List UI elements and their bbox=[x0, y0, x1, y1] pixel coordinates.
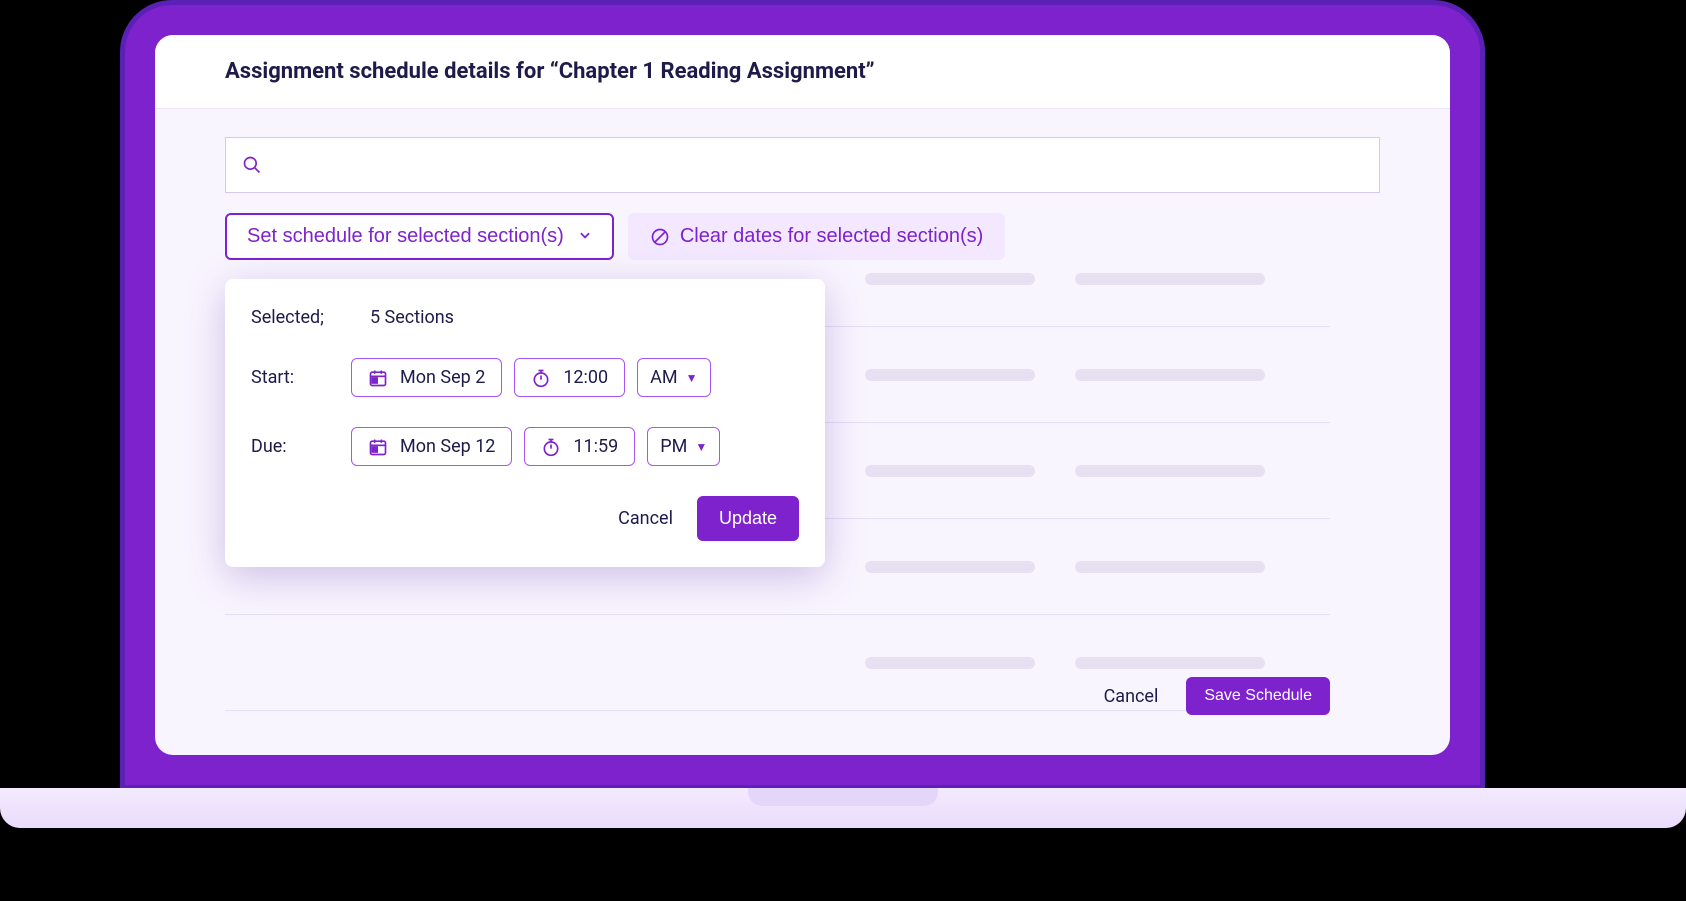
popover-header: Selected; 5 Sections bbox=[251, 307, 799, 328]
page-header: Assignment schedule details for “Chapter… bbox=[155, 35, 1450, 109]
placeholder-bar bbox=[1075, 465, 1265, 477]
due-date-field[interactable]: Mon Sep 12 bbox=[351, 427, 512, 466]
page-footer: Cancel Save Schedule bbox=[1104, 677, 1330, 715]
selected-count: 5 Sections bbox=[370, 307, 454, 328]
save-schedule-button[interactable]: Save Schedule bbox=[1186, 677, 1330, 715]
search-icon bbox=[242, 155, 262, 175]
due-label: Due: bbox=[251, 436, 351, 457]
schedule-popover: Selected; 5 Sections Start: Mon Sep 2 bbox=[225, 279, 825, 567]
start-ampm-select[interactable]: AM ▼ bbox=[637, 358, 710, 397]
start-row: Start: Mon Sep 2 12:00 AM bbox=[251, 358, 799, 397]
popover-footer: Cancel Update bbox=[251, 496, 799, 541]
start-ampm-value: AM bbox=[650, 367, 677, 388]
placeholder-bar bbox=[865, 369, 1035, 381]
placeholder-bar bbox=[1075, 273, 1265, 285]
start-date-value: Mon Sep 2 bbox=[400, 367, 485, 388]
due-time-field[interactable]: 11:59 bbox=[524, 427, 635, 466]
placeholder-bar bbox=[1075, 657, 1265, 669]
due-ampm-select[interactable]: PM ▼ bbox=[647, 427, 720, 466]
due-row: Due: Mon Sep 12 11:59 PM bbox=[251, 427, 799, 466]
page-title: Assignment schedule details for “Chapter… bbox=[225, 59, 1380, 84]
page-cancel-button[interactable]: Cancel bbox=[1104, 686, 1159, 707]
selected-label: Selected; bbox=[251, 307, 324, 328]
start-date-field[interactable]: Mon Sep 2 bbox=[351, 358, 502, 397]
dropdown-triangle-icon: ▼ bbox=[695, 440, 707, 454]
search-input[interactable] bbox=[225, 137, 1380, 193]
placeholder-bar bbox=[865, 561, 1035, 573]
calendar-icon bbox=[368, 368, 388, 388]
due-time-value: 11:59 bbox=[573, 436, 618, 457]
placeholder-bar bbox=[1075, 561, 1265, 573]
stopwatch-icon bbox=[531, 368, 551, 388]
laptop-frame: Assignment schedule details for “Chapter… bbox=[120, 0, 1485, 790]
popover-update-button[interactable]: Update bbox=[697, 496, 799, 541]
dropdown-triangle-icon: ▼ bbox=[686, 371, 698, 385]
popover-cancel-button[interactable]: Cancel bbox=[618, 508, 673, 529]
due-ampm-value: PM bbox=[660, 436, 687, 457]
stopwatch-icon bbox=[541, 437, 561, 457]
calendar-icon bbox=[368, 437, 388, 457]
start-time-field[interactable]: 12:00 bbox=[514, 358, 625, 397]
placeholder-bar bbox=[1075, 369, 1265, 381]
placeholder-bar bbox=[865, 465, 1035, 477]
placeholder-bar bbox=[865, 273, 1035, 285]
app-screen: Assignment schedule details for “Chapter… bbox=[155, 35, 1450, 755]
due-date-value: Mon Sep 12 bbox=[400, 436, 495, 457]
start-label: Start: bbox=[251, 367, 351, 388]
placeholder-bar bbox=[865, 657, 1035, 669]
laptop-notch bbox=[748, 788, 938, 806]
content-area: Set schedule for selected section(s) Cle… bbox=[155, 109, 1450, 260]
start-time-value: 12:00 bbox=[563, 367, 608, 388]
